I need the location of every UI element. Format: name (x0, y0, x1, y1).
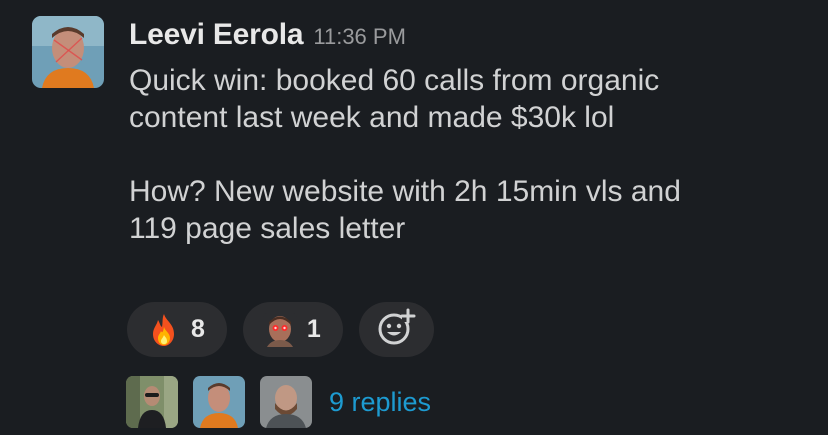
add-reaction-button[interactable] (358, 302, 434, 357)
message-timestamp[interactable]: 11:36 PM (313, 24, 406, 50)
reply-avatar[interactable] (260, 376, 312, 428)
reply-avatar[interactable] (126, 376, 178, 428)
replies-link[interactable]: 9 replies (329, 387, 431, 418)
author-avatar[interactable] (32, 16, 104, 88)
message-line: Quick win: booked 60 calls from organic (129, 64, 660, 97)
message: Leevi Eerola 11:36 PM Quick win: booked … (0, 0, 828, 435)
glowing-eyes-face-emoji (262, 312, 297, 347)
reaction-count: 1 (306, 315, 321, 343)
reactions-bar: 8 1 (127, 302, 434, 357)
message-line: 119 page sales letter (129, 212, 406, 245)
fire-emoji (147, 313, 181, 347)
reaction-glowing-eyes[interactable]: 1 (242, 302, 343, 357)
message-line: How? New website with 2h 15min vls and (129, 175, 681, 208)
thread-summary[interactable]: 9 replies (126, 376, 431, 428)
reply-avatar[interactable] (193, 376, 245, 428)
message-header: Leevi Eerola 11:36 PM (129, 18, 406, 52)
message-line: content last week and made $30k lol (129, 101, 615, 134)
reaction-count: 8 (191, 315, 205, 343)
message-body: Quick win: booked 60 calls from organic … (129, 62, 809, 247)
add-reaction-icon (376, 307, 416, 352)
reaction-fire[interactable]: 8 (127, 302, 227, 357)
author-name[interactable]: Leevi Eerola (129, 18, 304, 52)
